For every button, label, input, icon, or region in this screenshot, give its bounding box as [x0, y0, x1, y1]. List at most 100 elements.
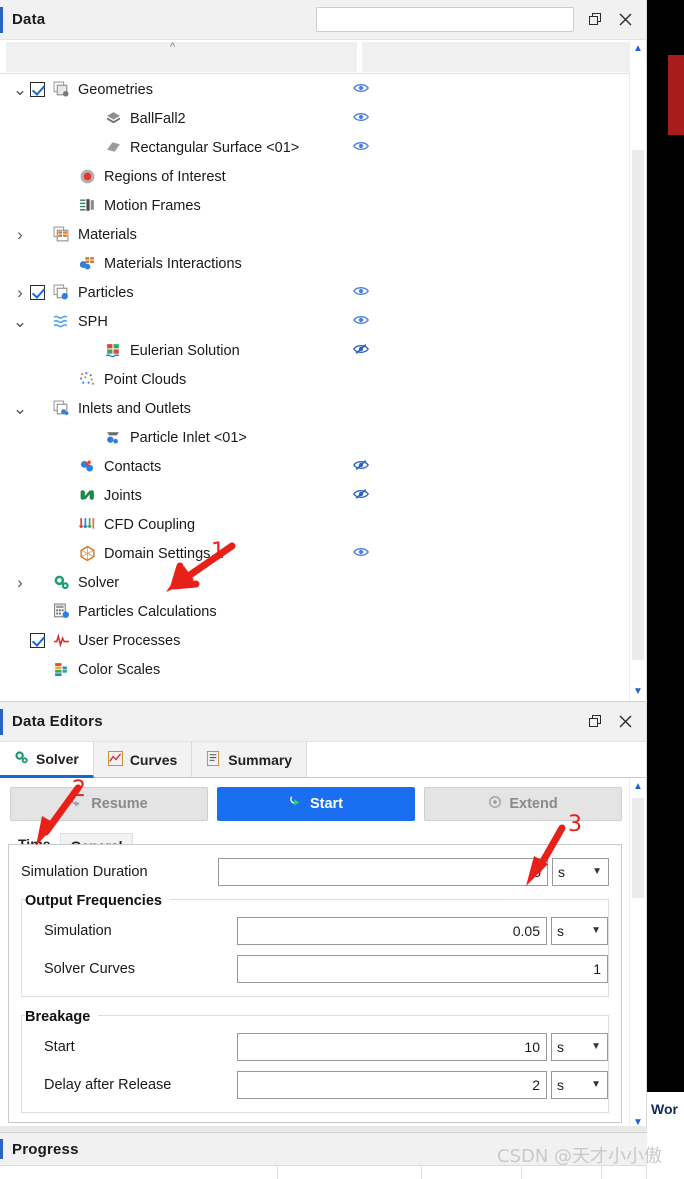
- tree-item-user-processes[interactable]: User Processes: [0, 626, 646, 655]
- tree-item-rectangular-surface-01[interactable]: Rectangular Surface <01>: [0, 133, 646, 162]
- tree-item-contacts[interactable]: Contacts: [0, 452, 646, 481]
- eye-hidden-icon[interactable]: [352, 459, 370, 475]
- progress-column: [0, 1166, 278, 1179]
- scroll-down-icon[interactable]: ▼: [630, 683, 646, 700]
- editors-tabstrip[interactable]: Solver Curves Summary: [0, 742, 646, 778]
- data-panel-titlebar: Data: [0, 0, 646, 40]
- eye-visible-icon[interactable]: [352, 82, 370, 98]
- tree-item-checkbox[interactable]: [30, 82, 45, 97]
- tree-item-label: Particle Inlet <01>: [130, 429, 247, 446]
- data-search-input[interactable]: [316, 7, 574, 32]
- output-frequencies-title: Output Frequencies: [25, 893, 170, 909]
- chevron-down-icon[interactable]: ⌄: [10, 313, 30, 330]
- output-simulation-label: Simulation: [44, 922, 112, 939]
- data-tree[interactable]: ⌄ Geometries BallFall2 Rectangular Surface …: [0, 75, 646, 694]
- eulerian-solution-icon: [103, 342, 123, 360]
- resume-button[interactable]: Resume: [10, 787, 208, 821]
- tab-solver[interactable]: Solver: [0, 742, 94, 778]
- user-processes-icon: [51, 632, 71, 650]
- tree-column-headers: ^: [0, 40, 646, 74]
- solver-icon: [14, 750, 29, 768]
- tree-item-point-clouds[interactable]: Point Clouds: [0, 365, 646, 394]
- delay-after-release-unit-select[interactable]: s ▼: [551, 1070, 608, 1099]
- chevron-right-icon[interactable]: ›: [10, 573, 30, 593]
- editors-panel-title: Data Editors: [12, 713, 103, 730]
- tree-item-sph[interactable]: ⌄ SPH: [0, 307, 646, 336]
- editors-scrollbar-thumb[interactable]: [632, 798, 644, 898]
- tree-item-inlets-and-outlets[interactable]: ⌄ Inlets and Outlets: [0, 394, 646, 423]
- start-button[interactable]: Start: [217, 787, 415, 821]
- solver-icon: [51, 574, 71, 592]
- eye-visible-icon[interactable]: [352, 111, 370, 127]
- delay-after-release-label: Delay after Release: [44, 1076, 172, 1093]
- materials-icon: [51, 226, 71, 244]
- eye-visible-icon[interactable]: [352, 140, 370, 156]
- solver-curves-input[interactable]: [237, 954, 608, 983]
- tab-summary[interactable]: Summary: [192, 742, 308, 777]
- close-icon[interactable]: [610, 5, 640, 35]
- close-icon[interactable]: [610, 707, 640, 737]
- tab-summary-label: Summary: [228, 751, 293, 768]
- data-editors-panel: Data Editors Solver Curves Summary Resum…: [0, 701, 647, 1131]
- scroll-up-icon[interactable]: ▲: [630, 40, 646, 57]
- eye-visible-icon[interactable]: [352, 314, 370, 330]
- tree-item-label: Color Scales: [78, 661, 161, 678]
- progress-panel: Progress: [0, 1132, 647, 1179]
- tree-item-ballfall2[interactable]: BallFall2: [0, 104, 646, 133]
- delay-after-release-input[interactable]: [237, 1070, 547, 1099]
- tree-column-header-2[interactable]: [362, 42, 640, 72]
- breakage-start-unit-select[interactable]: s ▼: [551, 1032, 608, 1061]
- output-simulation-unit-select[interactable]: s ▼: [551, 916, 608, 945]
- eye-visible-icon[interactable]: [352, 546, 370, 562]
- tree-item-regions-of-interest[interactable]: Regions of Interest: [0, 162, 646, 191]
- eye-hidden-icon[interactable]: [352, 488, 370, 504]
- tab-curves[interactable]: Curves: [93, 742, 193, 777]
- tree-item-eulerian-solution[interactable]: Eulerian Solution: [0, 336, 646, 365]
- tree-item-solver[interactable]: › Solver: [0, 568, 646, 597]
- chevron-right-icon[interactable]: ›: [10, 283, 30, 303]
- tree-item-particle-inlet-01[interactable]: Particle Inlet <01>: [0, 423, 646, 452]
- output-simulation-unit-value: s: [557, 922, 564, 939]
- simulation-duration-unit-select[interactable]: s ▼: [552, 857, 609, 886]
- progress-panel-titlebar: Progress: [0, 1133, 647, 1165]
- delay-after-release-row: Delay after Release s ▼: [22, 1068, 608, 1101]
- tree-item-cfd-coupling[interactable]: CFD Coupling: [0, 510, 646, 539]
- tree-item-particles-calculations[interactable]: Particles Calculations: [0, 597, 646, 626]
- restore-window-icon[interactable]: [580, 707, 610, 737]
- tree-item-motion-frames[interactable]: Motion Frames: [0, 191, 646, 220]
- chevron-down-icon[interactable]: ⌄: [10, 81, 30, 98]
- inlets-outlets-icon: [51, 400, 71, 418]
- tree-item-geometries[interactable]: ⌄ Geometries: [0, 75, 646, 104]
- breakage-start-input[interactable]: [237, 1032, 547, 1061]
- tree-scrollbar-thumb[interactable]: [632, 150, 644, 660]
- breakage-header: Breakage: [21, 1009, 609, 1025]
- eye-hidden-icon[interactable]: [352, 343, 370, 359]
- tree-item-joints[interactable]: Joints: [0, 481, 646, 510]
- restore-window-icon[interactable]: [580, 5, 610, 35]
- tree-item-materials[interactable]: › Materials: [0, 220, 646, 249]
- tree-item-label: Rectangular Surface <01>: [130, 139, 300, 156]
- chevron-right-icon[interactable]: ›: [10, 225, 30, 245]
- output-frequencies-group: Output Frequencies Simulation s ▼ Solver…: [21, 893, 609, 997]
- scroll-up-icon[interactable]: ▲: [630, 778, 646, 795]
- editors-scrollbar[interactable]: ▲ ▼: [629, 778, 646, 1131]
- tree-item-checkbox[interactable]: [30, 285, 45, 300]
- tree-item-materials-interactions[interactable]: Materials Interactions: [0, 249, 646, 278]
- geometries-icon: [51, 81, 71, 99]
- tree-scrollbar[interactable]: ▲ ▼: [629, 40, 646, 700]
- progress-column: [522, 1166, 602, 1179]
- tree-item-color-scales[interactable]: Color Scales: [0, 655, 646, 684]
- tree-item-domain-settings[interactable]: Domain Settings: [0, 539, 646, 568]
- tree-item-label: Particles: [78, 284, 134, 301]
- sph-icon: [51, 313, 71, 331]
- output-simulation-input[interactable]: [237, 916, 547, 945]
- tree-item-checkbox[interactable]: [30, 633, 45, 648]
- tree-item-particles[interactable]: › Particles: [0, 278, 646, 307]
- extend-button[interactable]: Extend: [424, 787, 622, 821]
- breakage-group: Breakage Start s ▼ Delay after Release: [21, 1009, 609, 1113]
- viewport-bottom-label: Wor: [647, 1092, 684, 1126]
- simulation-duration-input[interactable]: [218, 857, 548, 886]
- chevron-down-icon[interactable]: ⌄: [10, 400, 30, 417]
- eye-visible-icon[interactable]: [352, 285, 370, 301]
- tree-column-header-1[interactable]: [6, 42, 358, 72]
